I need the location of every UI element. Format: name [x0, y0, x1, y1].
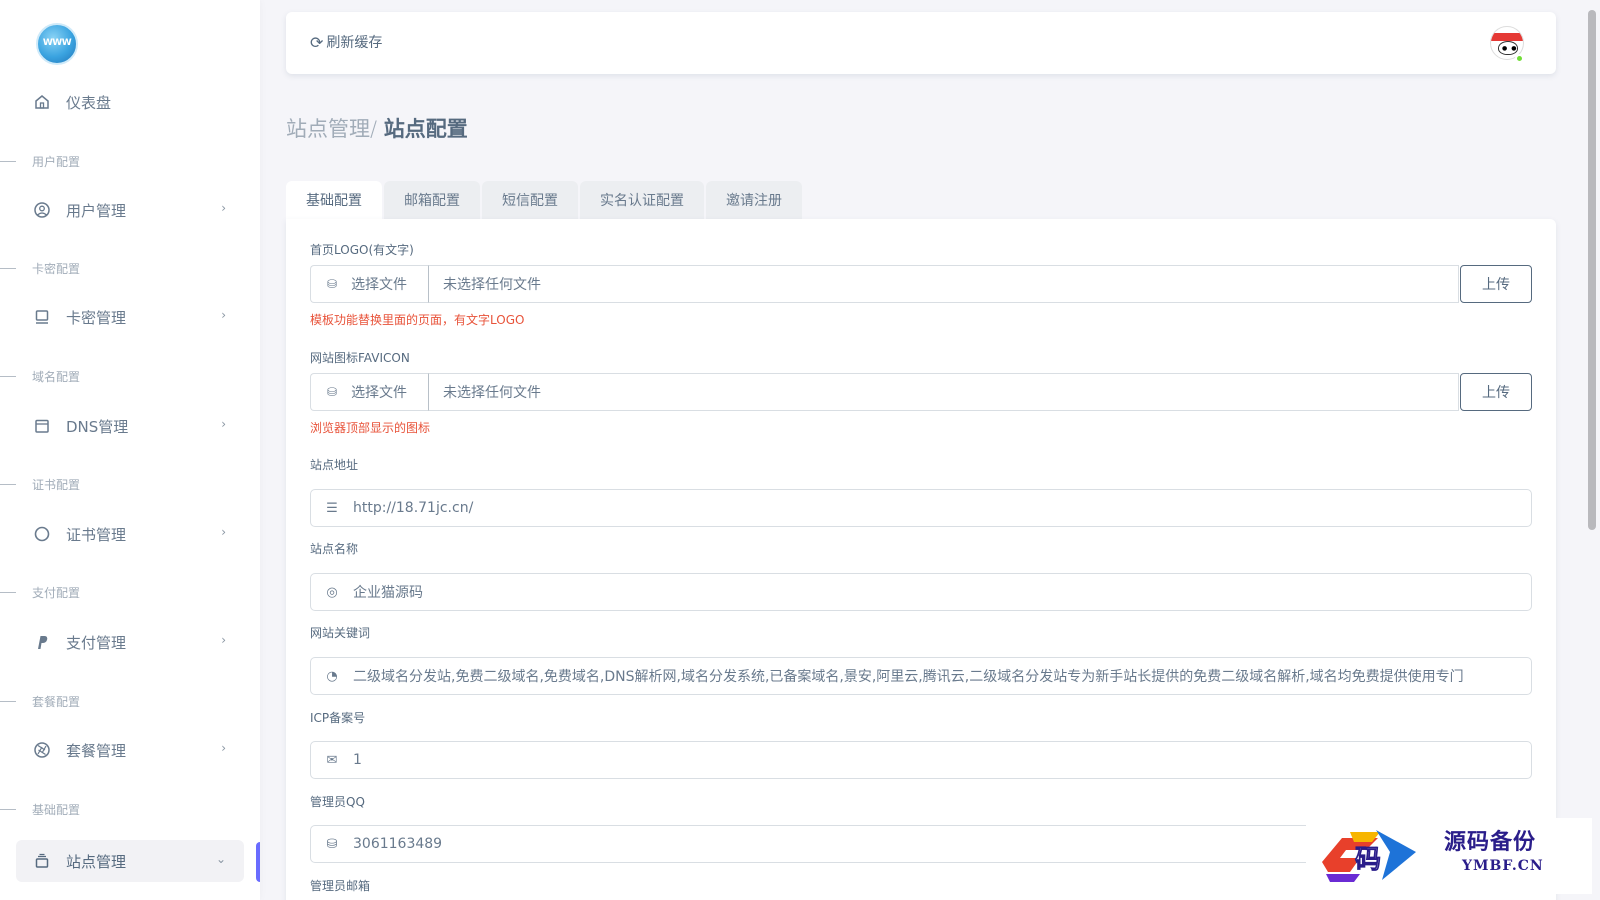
icp-label: ICP备案号	[310, 711, 366, 725]
tab-basic[interactable]: 基础配置	[286, 181, 382, 219]
tab-sms[interactable]: 短信配置	[482, 181, 578, 219]
database-icon: ⛁	[326, 836, 338, 852]
logo-hint: 模板功能替换里面的页面，有文字LOGO	[310, 313, 525, 327]
logo-text: WWW	[42, 38, 72, 48]
menu-header-user: 用户配置	[0, 153, 240, 169]
favicon-file-status[interactable]: 未选择任何文件	[428, 373, 1459, 411]
mail-icon: ✉	[326, 752, 338, 768]
admin-email-label: 管理员邮箱	[310, 879, 371, 893]
breadcrumb-parent[interactable]: 站点管理/	[286, 117, 377, 141]
sidebar-item-label: 卡密管理	[66, 308, 127, 327]
watermark-logo-icon: 码	[1322, 830, 1416, 882]
menu-header-basic: 基础配置	[0, 801, 240, 817]
watermark-subtitle: YMBF.CN	[1462, 858, 1544, 874]
site-name-field[interactable]: ◎ 企业猫源码	[310, 573, 1532, 611]
refresh-icon: ⟳	[310, 32, 324, 52]
tab-realname[interactable]: 实名认证配置	[580, 181, 704, 219]
box-icon	[32, 851, 52, 871]
chevron-right-icon: ›	[221, 308, 226, 322]
paypal-icon	[32, 632, 52, 652]
watermark-mark-text: 码	[1355, 845, 1381, 875]
database-icon: ⛁	[327, 385, 338, 399]
refresh-cache-button[interactable]: ⟳ 刷新缓存	[310, 32, 382, 52]
circle-icon	[32, 524, 52, 544]
menu-header-card: 卡密配置	[0, 260, 240, 276]
sidebar-item-dns[interactable]: DNS管理 ›	[16, 405, 244, 447]
site-url-label: 站点地址	[310, 458, 359, 472]
sidebar-item-packages[interactable]: 套餐管理 ›	[16, 729, 244, 771]
logo-file-status[interactable]: 未选择任何文件	[428, 265, 1459, 303]
chevron-right-icon: ›	[221, 417, 226, 431]
sidebar-item-label: 套餐管理	[66, 741, 127, 760]
chevron-right-icon: ›	[221, 201, 226, 215]
logo-label: 首页LOGO(有文字)	[310, 243, 414, 257]
favicon-choose-file-button[interactable]: ⛁ 选择文件	[310, 373, 428, 411]
refresh-cache-label: 刷新缓存	[326, 35, 383, 51]
keywords-label: 网站关键词	[310, 626, 371, 640]
top-navbar: ⟳ 刷新缓存 ●●	[286, 12, 1556, 74]
chevron-right-icon: ›	[221, 633, 226, 647]
sidebar-item-label: 支付管理	[66, 633, 127, 652]
user-circle-icon	[32, 200, 52, 220]
chevron-right-icon: ›	[221, 525, 226, 539]
online-status-dot	[1515, 54, 1524, 63]
monitor-icon	[32, 307, 52, 327]
sidebar-item-label: 用户管理	[66, 201, 127, 220]
favicon-file-input: ⛁ 选择文件 未选择任何文件 上传	[310, 373, 1532, 411]
sidebar-item-site[interactable]: 站点管理 ⌄	[16, 840, 244, 882]
sidebar-item-cards[interactable]: 卡密管理 ›	[16, 296, 244, 338]
menu-header-pay: 支付配置	[0, 584, 240, 600]
favicon-hint: 浏览器顶部显示的图标	[310, 421, 431, 435]
active-indicator	[256, 842, 260, 882]
watermark: 码 源码备份 YMBF.CN	[1306, 818, 1592, 894]
sidebar-item-certs[interactable]: 证书管理 ›	[16, 513, 244, 555]
aperture-icon	[32, 740, 52, 760]
menu-header-cert: 证书配置	[0, 476, 240, 492]
menu-header-package: 套餐配置	[0, 693, 240, 709]
globe-icon: ◔	[326, 668, 338, 684]
sidebar-item-label: 仪表盘	[66, 93, 112, 112]
site-name-label: 站点名称	[310, 542, 359, 556]
admin-qq-label: 管理员QQ	[310, 795, 365, 809]
logo-file-input: ⛁ 选择文件 未选择任何文件 上传	[310, 265, 1532, 303]
calendar-icon	[32, 416, 52, 436]
keywords-field[interactable]: ◔ 二级域名分发站,免费二级域名,免费域名,DNS解析网,域名分发系统,已备案域…	[310, 657, 1532, 695]
favicon-label: 网站图标FAVICON	[310, 351, 410, 365]
chevron-down-icon: ⌄	[215, 852, 226, 866]
watermark-title: 源码备份	[1444, 829, 1537, 855]
sidebar-item-label: 证书管理	[66, 525, 127, 544]
server-icon: ☰	[326, 500, 338, 516]
sidebar-item-label: DNS管理	[66, 417, 129, 436]
icp-field[interactable]: ✉ 1	[310, 741, 1532, 779]
tab-email[interactable]: 邮箱配置	[384, 181, 480, 219]
webcam-icon: ◎	[326, 584, 338, 600]
logo-choose-file-button[interactable]: ⛁ 选择文件	[310, 265, 428, 303]
sidebar-item-payment[interactable]: 支付管理 ›	[16, 621, 244, 663]
sidebar: WWW 仪表盘 用户配置 用户管理 › 卡密配置 卡密管理 › 域名配置 DNS…	[0, 0, 260, 900]
home-icon	[32, 92, 52, 112]
sidebar-item-dashboard[interactable]: 仪表盘	[16, 81, 244, 123]
favicon-upload-button[interactable]: 上传	[1460, 373, 1532, 411]
menu-header-domain: 域名配置	[0, 368, 240, 384]
settings-form-card: 首页LOGO(有文字) ⛁ 选择文件 未选择任何文件 上传 模板功能替换里面的页…	[286, 219, 1556, 900]
sidebar-item-users[interactable]: 用户管理 ›	[16, 189, 244, 231]
site-url-field[interactable]: ☰ http://18.71jc.cn/	[310, 489, 1532, 527]
page-title: 站点配置	[383, 117, 468, 141]
chevron-right-icon: ›	[221, 741, 226, 755]
logo-upload-button[interactable]: 上传	[1460, 265, 1532, 303]
settings-tabs: 基础配置 邮箱配置 短信配置 实名认证配置 邀请注册	[286, 181, 804, 219]
database-icon: ⛁	[327, 277, 338, 291]
sidebar-item-label: 站点管理	[66, 852, 127, 871]
tab-invite[interactable]: 邀请注册	[706, 181, 802, 219]
scrollbar-thumb[interactable]	[1588, 10, 1596, 530]
breadcrumb: 站点管理/ 站点配置	[286, 113, 468, 143]
site-logo[interactable]: WWW	[36, 23, 78, 65]
